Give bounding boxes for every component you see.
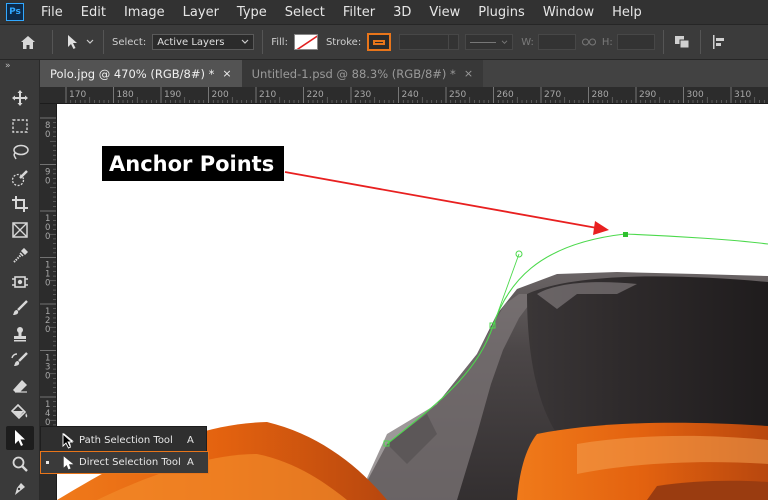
- collapse-panel-icon[interactable]: »: [5, 61, 11, 71]
- ruler-label: 220: [307, 90, 324, 100]
- pen-tool-icon[interactable]: [6, 478, 34, 498]
- shortcut-key: A: [187, 457, 194, 468]
- ruler-label: 240: [402, 90, 419, 100]
- width-field[interactable]: [537, 34, 576, 50]
- zoom-tool-icon[interactable]: [6, 452, 34, 476]
- ruler-label: 0: [45, 372, 50, 382]
- marquee-tool-icon[interactable]: [6, 114, 34, 138]
- document-tabs: Polo.jpg @ 470% (RGB/8#) * × Untitled-1.…: [40, 60, 768, 87]
- fill-swatch[interactable]: [293, 34, 318, 50]
- ruler-label: 190: [164, 90, 181, 100]
- w-label: W:: [521, 36, 534, 48]
- home-icon[interactable]: [18, 32, 38, 52]
- menu-file[interactable]: File: [32, 5, 72, 20]
- separator: [103, 30, 104, 54]
- anchor-points-callout: Anchor Points: [102, 146, 284, 181]
- close-icon[interactable]: ×: [222, 67, 231, 80]
- flyout-item-label: Path Selection Tool: [79, 434, 173, 446]
- menu-filter[interactable]: Filter: [334, 5, 384, 20]
- ruler-label: 310: [734, 90, 751, 100]
- link-icon[interactable]: [581, 38, 596, 46]
- selected-marker: [46, 461, 49, 464]
- select-dropdown-value: Active Layers: [157, 36, 225, 48]
- ruler-label: 0: [45, 232, 50, 242]
- fill-label: Fill:: [271, 36, 288, 48]
- menu-window[interactable]: Window: [534, 5, 603, 20]
- menu-3d[interactable]: 3D: [384, 5, 420, 20]
- ruler-label: 210: [259, 90, 276, 100]
- chevron-down-icon[interactable]: [85, 39, 95, 45]
- stroke-type-dropdown[interactable]: [465, 34, 514, 50]
- separator: [262, 30, 264, 54]
- paint-bucket-tool-icon[interactable]: [6, 400, 34, 424]
- shortcut-key: A: [187, 434, 194, 446]
- mouse-cursor-icon: [62, 433, 74, 449]
- stroke-width-stepper[interactable]: [449, 34, 460, 50]
- menu-help[interactable]: Help: [603, 5, 651, 20]
- ruler-label: 180: [117, 90, 134, 100]
- select-label: Select:: [112, 36, 147, 48]
- menu-plugins[interactable]: Plugins: [469, 5, 534, 20]
- ruler-label: 260: [497, 90, 514, 100]
- close-icon[interactable]: ×: [464, 67, 473, 80]
- stroke-swatch[interactable]: [367, 33, 392, 51]
- path-selection-tool-icon[interactable]: [6, 426, 34, 450]
- separator: [52, 30, 53, 54]
- chevron-down-icon: [501, 39, 508, 44]
- tools-panel: »: [0, 60, 40, 500]
- chevron-down-icon: [241, 39, 249, 44]
- ruler-label: 300: [687, 90, 704, 100]
- ruler-label: 290: [639, 90, 656, 100]
- separator: [699, 30, 701, 54]
- height-field[interactable]: [616, 34, 655, 50]
- select-dropdown[interactable]: Active Layers: [152, 34, 255, 50]
- ruler-label: 280: [592, 90, 609, 100]
- crop-tool-icon[interactable]: [6, 192, 34, 216]
- healing-brush-tool-icon[interactable]: [6, 270, 34, 294]
- lasso-tool-icon[interactable]: [6, 140, 34, 164]
- flyout-item-direct-selection[interactable]: Direct Selection Tool A: [40, 451, 209, 474]
- ruler-label: 0: [45, 325, 50, 335]
- frame-tool-icon[interactable]: [6, 218, 34, 242]
- menu-view[interactable]: View: [420, 5, 469, 20]
- clone-stamp-tool-icon[interactable]: [6, 322, 34, 346]
- tab-label: Polo.jpg @ 470% (RGB/8#) *: [50, 66, 215, 81]
- ruler-label: 230: [354, 90, 371, 100]
- quick-selection-tool-icon[interactable]: [6, 166, 34, 190]
- options-bar: Select: Active Layers Fill: Stroke: W: H…: [0, 24, 768, 60]
- ruler-label: 170: [69, 90, 86, 100]
- stroke-width-field[interactable]: [399, 34, 450, 50]
- menu-bar: Ps File Edit Image Layer Type Select Fil…: [0, 0, 768, 24]
- history-brush-tool-icon[interactable]: [6, 348, 34, 372]
- horizontal-ruler[interactable]: 170 180 190 200 210 220 230 240 250 260 270 280 290 3…: [40, 87, 768, 104]
- path-selection-preset-icon[interactable]: [65, 32, 81, 52]
- menu-image[interactable]: Image: [115, 5, 174, 20]
- menu-type[interactable]: Type: [228, 5, 276, 20]
- ruler-ticks: 170 180 190 200 210 220 230 240 250 260 270 280 290 3…: [65, 87, 765, 103]
- ruler-label: 250: [449, 90, 466, 100]
- photoshop-logo: Ps: [6, 3, 24, 21]
- eraser-tool-icon[interactable]: [6, 374, 34, 398]
- path-operations-icon[interactable]: [672, 32, 692, 52]
- ruler-label: 270: [544, 90, 561, 100]
- menu-edit[interactable]: Edit: [72, 5, 115, 20]
- move-tool-icon[interactable]: [6, 86, 34, 110]
- stroke-label: Stroke:: [325, 36, 362, 48]
- tab-polo[interactable]: Polo.jpg @ 470% (RGB/8#) * ×: [40, 60, 242, 87]
- menu-select[interactable]: Select: [276, 5, 334, 20]
- path-alignment-icon[interactable]: [709, 32, 729, 52]
- tab-label: Untitled-1.psd @ 88.3% (RGB/8#) *: [251, 66, 456, 81]
- ruler-label: 200: [212, 90, 229, 100]
- eyedropper-tool-icon[interactable]: [6, 244, 34, 268]
- ruler-label: 0: [45, 177, 50, 187]
- menu-layer[interactable]: Layer: [174, 5, 228, 20]
- ruler-label: 0: [45, 279, 50, 289]
- separator: [662, 30, 664, 54]
- brush-tool-icon[interactable]: [6, 296, 34, 320]
- flyout-item-label: Direct Selection Tool: [79, 457, 181, 468]
- h-label: H:: [601, 36, 613, 48]
- ruler-label: 0: [45, 130, 50, 140]
- tab-untitled-1[interactable]: Untitled-1.psd @ 88.3% (RGB/8#) * ×: [241, 60, 484, 87]
- direct-selection-icon: [63, 456, 74, 470]
